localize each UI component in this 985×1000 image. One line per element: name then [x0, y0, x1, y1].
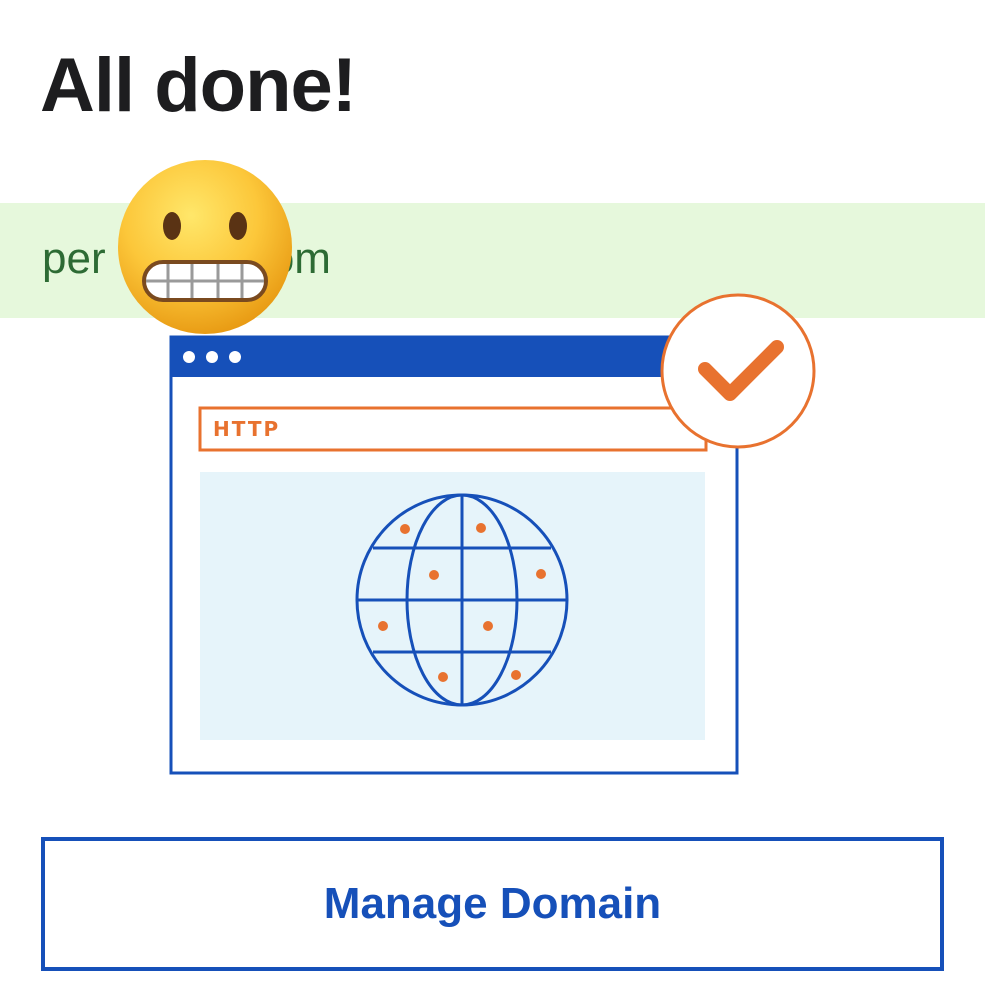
illustration: HTTP	[169, 293, 816, 775]
browser-window-icon: HTTP	[169, 335, 739, 775]
manage-domain-button[interactable]: Manage Domain	[41, 837, 944, 971]
page-title: All done!	[40, 43, 357, 128]
manage-domain-label: Manage Domain	[323, 879, 662, 928]
address-bar-label: HTTP	[213, 417, 280, 441]
globe-icon	[355, 493, 569, 707]
grimacing-face-emoji	[118, 160, 292, 334]
domain-name-start: per	[42, 234, 106, 283]
checkmark-icon	[660, 293, 816, 449]
